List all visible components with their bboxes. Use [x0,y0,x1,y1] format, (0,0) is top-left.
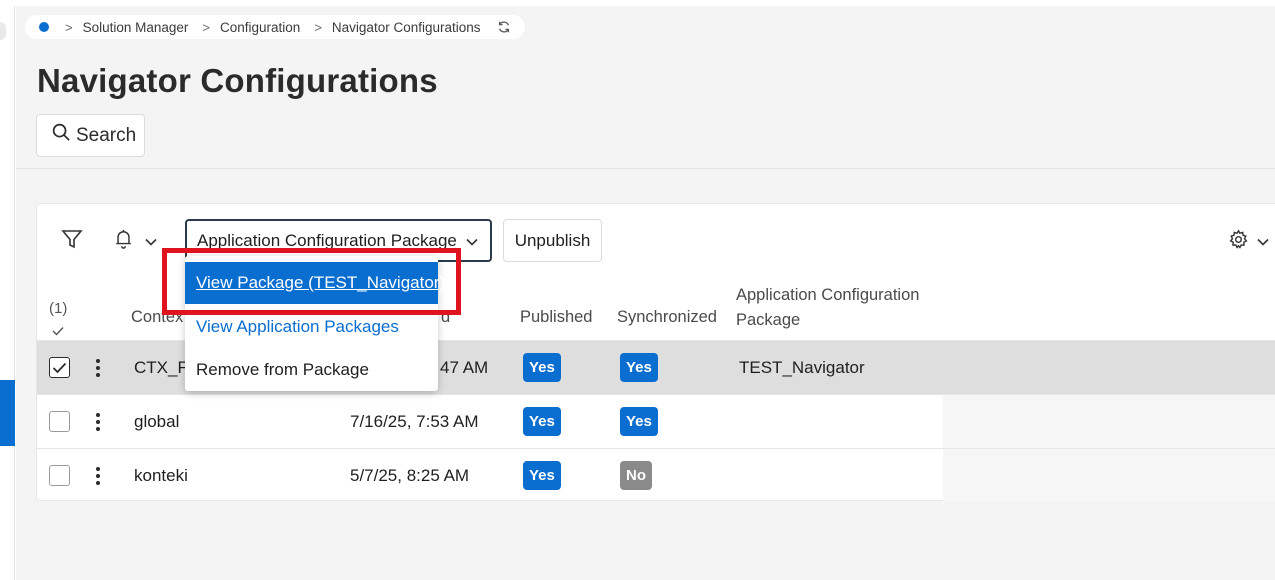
home-dot-icon[interactable] [39,22,49,32]
search-icon [52,123,71,148]
row-fill [943,341,1275,394]
breadcrumb: > Solution Manager > Configuration > Nav… [25,15,525,39]
section-divider [16,168,1275,169]
row-actions-kebab-icon[interactable] [96,413,100,431]
row-fill [943,449,1275,502]
package-header-line2: Package [736,311,801,329]
menu-item-remove-from-package[interactable]: Remove from Package [185,348,438,391]
filter-icon[interactable] [61,228,83,250]
table-row[interactable]: konteki 5/7/25, 8:25 AM Yes No [37,448,1275,502]
breadcrumb-solution-manager[interactable]: Solution Manager [83,20,189,35]
column-header-published[interactable]: Published [520,308,592,327]
search-button[interactable]: Search [36,114,145,157]
published-badge: Yes [523,353,561,382]
column-header-synchronized[interactable]: Synchronized [617,308,717,327]
published-badge: Yes [523,461,561,490]
gear-icon [1228,229,1249,255]
chevron-right-icon: > [202,19,211,35]
row-checkbox[interactable] [49,465,70,486]
select-all-check-icon[interactable] [52,322,64,341]
cell-modified: 5/7/25, 8:25 AM [350,466,470,485]
breadcrumb-configuration[interactable]: Configuration [220,20,300,35]
selected-count: (1) [49,300,68,317]
synchronized-badge: No [620,461,652,490]
bell-icon [114,229,133,254]
row-checkbox[interactable] [49,357,70,378]
package-header-line1: Application Configuration [736,286,920,304]
breadcrumb-navigator-configurations: Navigator Configurations [331,19,481,35]
annotation-highlight-box [162,248,461,315]
page-title: Navigator Configurations [37,62,438,99]
notifications-menu-button[interactable] [114,229,157,254]
settings-menu-button[interactable] [1228,229,1269,255]
chevron-down-icon [145,233,157,251]
table-row[interactable]: global 7/16/25, 7:53 AM Yes Yes [37,394,1275,448]
cell-modified: 7/16/25, 7:53 AM [350,412,479,431]
cell-context: global [134,412,180,431]
cell-context: konteki [134,466,188,485]
synchronized-badge: Yes [620,407,658,436]
rail-nub[interactable] [0,22,6,40]
chevron-right-icon: > [65,19,73,35]
unpublish-button[interactable]: Unpublish [503,219,602,262]
chevron-right-icon: > [314,19,322,35]
row-fill [943,395,1275,448]
left-rail [0,6,15,580]
published-badge: Yes [523,407,561,436]
synchronized-badge: Yes [620,353,658,382]
row-actions-kebab-icon[interactable] [96,359,100,377]
chevron-down-icon [466,231,478,251]
rail-active-marker [0,380,15,446]
search-label: Search [76,124,137,146]
column-header-application-configuration-package[interactable]: Application Configuration Package [736,283,919,333]
row-actions-kebab-icon[interactable] [96,467,100,485]
cell-modified: 47 AM [440,358,489,377]
chevron-down-icon [1257,233,1269,251]
cell-package: TEST_Navigator [739,358,865,377]
row-checkbox[interactable] [49,411,70,432]
refresh-icon[interactable] [497,20,511,34]
